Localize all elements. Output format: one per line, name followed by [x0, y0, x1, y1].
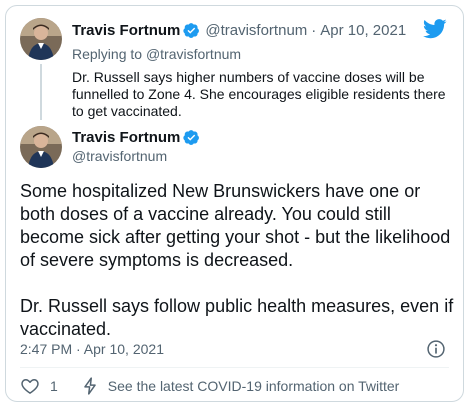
author-name[interactable]: Travis Fortnum [72, 129, 180, 146]
tweet-paragraph: Some hospitalized New Brunswickers have … [20, 181, 451, 270]
replying-to-line: Replying to @travisfortnum [72, 46, 241, 62]
bolt-icon [84, 377, 96, 395]
tweet-date[interactable]: Apr 10, 2021 [320, 22, 406, 39]
author-name[interactable]: Travis Fortnum [72, 22, 180, 39]
covid-info-link[interactable]: See the latest COVID-19 information on T… [108, 378, 400, 394]
embedded-tweet-card: Travis Fortnum @travisfortnum · Apr 10, … [5, 5, 464, 402]
replying-prefix: Replying to [72, 46, 143, 62]
verified-badge-icon [183, 130, 200, 145]
main-tweet-text: Some hospitalized New Brunswickers have … [20, 180, 456, 341]
parent-tweet-text: Dr. Russell says higher numbers of vacci… [72, 69, 446, 119]
avatar-image [20, 126, 62, 168]
tweet-actions: 1 See the latest COVID-19 information on… [20, 374, 399, 398]
thread-connector [40, 64, 42, 120]
replying-to-mention[interactable]: @travisfortnum [146, 46, 241, 62]
avatar-image [20, 18, 62, 60]
avatar[interactable] [20, 126, 62, 168]
parent-tweet-header: Travis Fortnum @travisfortnum · Apr 10, … [72, 22, 406, 39]
separator-dot: · [311, 22, 317, 39]
tweet-timestamp[interactable]: 2:47 PM · Apr 10, 2021 [20, 341, 164, 357]
like-count[interactable]: 1 [50, 378, 58, 394]
info-icon[interactable] [426, 339, 446, 359]
author-handle[interactable]: @travisfortnum [72, 148, 167, 164]
divider [20, 367, 449, 368]
verified-badge-icon [183, 23, 200, 38]
main-tweet-header: Travis Fortnum [72, 129, 200, 146]
twitter-bird-icon[interactable] [423, 19, 447, 39]
tweet-paragraph: Dr. Russell says follow public health me… [20, 296, 454, 339]
author-handle[interactable]: @travisfortnum [205, 22, 307, 39]
heart-icon[interactable] [20, 376, 40, 396]
avatar[interactable] [20, 18, 62, 60]
